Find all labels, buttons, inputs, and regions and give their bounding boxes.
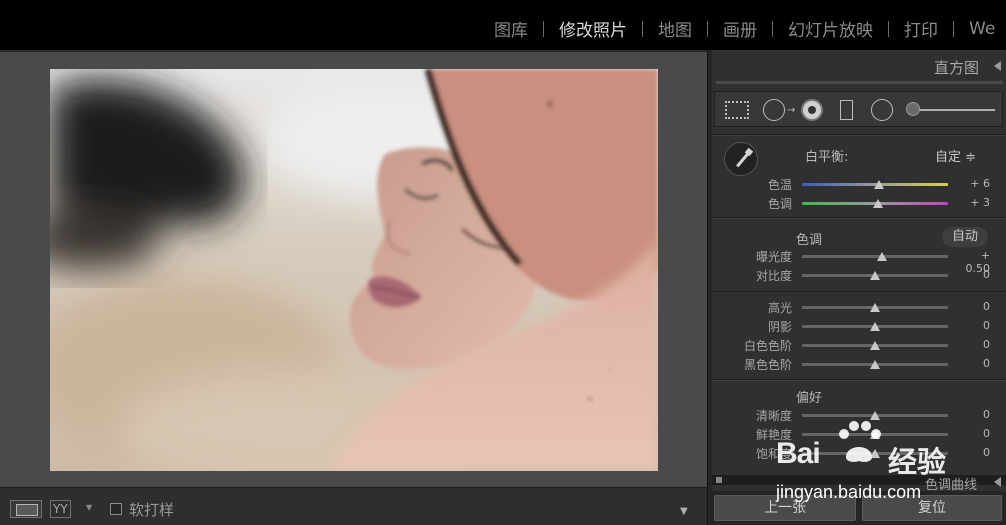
adjustment-brush-icon[interactable] — [906, 102, 920, 116]
crop-icon[interactable] — [725, 101, 749, 119]
previous-button[interactable]: 上一张 — [714, 495, 856, 521]
soft-proof-label: 软打样 — [129, 501, 175, 519]
white-balance-label: 白平衡: — [805, 150, 849, 165]
tool-strip: → — [714, 91, 1003, 127]
module-separator — [543, 20, 544, 37]
slider-thumb[interactable] — [870, 360, 880, 369]
slider-value[interactable]: 0 — [958, 446, 990, 459]
slider-thumb[interactable] — [870, 411, 880, 420]
slider-label: 高光 — [767, 301, 792, 315]
develop-panel-body: 直方图 → 白平衡: 自定 ≑ 色温 + 6 色调 + 3 色调 自动 曝光度 … — [712, 50, 1006, 525]
slider-label: 阴影 — [767, 320, 792, 334]
presence-section-title: 偏好 — [796, 391, 823, 406]
reset-button[interactable]: 复位 — [862, 495, 1002, 521]
graduated-filter-icon[interactable] — [840, 100, 853, 120]
slider-track[interactable] — [802, 255, 948, 258]
divider — [712, 380, 1006, 381]
slider-value[interactable]: 0 — [958, 408, 990, 421]
module-tab[interactable]: 图库 — [494, 16, 528, 41]
slider-thumb[interactable] — [870, 322, 880, 331]
module-separator — [888, 20, 889, 37]
slider-label: 色调 — [767, 197, 792, 211]
slider-label: 清晰度 — [755, 409, 792, 423]
spot-removal-icon[interactable] — [763, 99, 785, 121]
slider-label: 鲜艳度 — [755, 428, 792, 442]
slider-value[interactable]: 0 — [958, 427, 990, 440]
photo-canvas-area[interactable] — [0, 50, 707, 487]
photo-image[interactable] — [50, 69, 658, 471]
slider-label: 对比度 — [755, 269, 792, 283]
slider-thumb[interactable] — [870, 449, 880, 458]
chevron-down-icon[interactable]: ▼ — [86, 503, 92, 512]
slider-label: 白色色阶 — [743, 339, 792, 353]
lightroom-develop-window: 图库 修改照片 地图 画册 幻灯片放映 打印 We YY ▼ 软打样 ▼ 直方图… — [0, 0, 1006, 525]
adjustment-brush-slider-track[interactable] — [911, 109, 995, 111]
slider-thumb[interactable] — [870, 303, 880, 312]
module-separator — [707, 20, 708, 37]
module-separator — [772, 20, 773, 37]
bottom-toolbar: YY ▼ 软打样 ▼ — [0, 487, 707, 525]
collapse-triangle-icon[interactable] — [994, 477, 1001, 487]
divider — [712, 291, 1006, 292]
slider-value[interactable]: + 6 — [958, 177, 990, 190]
slider-value[interactable]: 0 — [958, 319, 990, 332]
module-separator — [642, 20, 643, 37]
slider-label: 色温 — [767, 178, 792, 192]
panel-button-row: 上一张 复位 — [712, 491, 1006, 525]
slider-thumb[interactable] — [877, 252, 888, 261]
loupe-view-icon[interactable] — [10, 500, 42, 518]
slider-value[interactable]: 0 — [958, 300, 990, 313]
scroll-handle[interactable] — [716, 477, 722, 483]
divider — [712, 218, 1006, 219]
slider-label: 曝光度 — [755, 250, 792, 264]
module-picker-bar: 图库 修改照片 地图 画册 幻灯片放映 打印 We — [0, 0, 1006, 50]
white-balance-picker-icon[interactable] — [724, 142, 758, 176]
auto-tone-button[interactable]: 自动 — [942, 227, 988, 247]
arrow-right-icon: → — [787, 105, 796, 116]
slider-label: 黑色色阶 — [743, 358, 792, 372]
slider-thumb[interactable] — [870, 271, 880, 280]
slider-value[interactable]: + 3 — [958, 196, 990, 209]
module-tab[interactable]: 幻灯片放映 — [788, 16, 873, 41]
before-after-button[interactable]: YY — [50, 500, 71, 518]
toolbar-menu-icon[interactable]: ▼ — [680, 506, 688, 517]
white-balance-preset-select[interactable]: 自定 ≑ — [935, 146, 976, 165]
radial-filter-icon[interactable] — [871, 99, 893, 121]
tone-section-title: 色调 — [796, 233, 823, 248]
slider-label: 饱和度 — [755, 447, 792, 461]
slider-value[interactable]: 0 — [958, 357, 990, 370]
collapse-triangle-icon[interactable] — [994, 61, 1001, 71]
module-list: 图库 修改照片 地图 画册 幻灯片放映 打印 We — [494, 16, 995, 42]
slider-thumb[interactable] — [870, 430, 880, 439]
module-tab[interactable]: 打印 — [904, 16, 938, 41]
soft-proof-checkbox[interactable] — [110, 503, 122, 515]
slider-value[interactable]: 0 — [958, 268, 990, 281]
slider-thumb[interactable] — [872, 199, 883, 208]
red-eye-icon[interactable] — [801, 99, 823, 121]
histogram-strip — [716, 81, 1003, 84]
histogram-title: 直方图 — [933, 59, 979, 77]
slider-thumb[interactable] — [874, 180, 885, 189]
module-separator — [953, 20, 954, 37]
module-tab[interactable]: 画册 — [723, 16, 757, 41]
module-tab[interactable]: 修改照片 — [559, 16, 627, 41]
slider-value[interactable]: 0 — [958, 338, 990, 351]
develop-right-panel: 直方图 → 白平衡: 自定 ≑ 色温 + 6 色调 + 3 色调 自动 曝光度 … — [707, 50, 1006, 525]
histogram-header[interactable]: 直方图 — [712, 50, 1006, 80]
module-tab[interactable]: 地图 — [658, 16, 692, 41]
slider-thumb[interactable] — [870, 341, 880, 350]
module-tab[interactable]: We — [969, 19, 995, 39]
divider — [712, 135, 1006, 136]
